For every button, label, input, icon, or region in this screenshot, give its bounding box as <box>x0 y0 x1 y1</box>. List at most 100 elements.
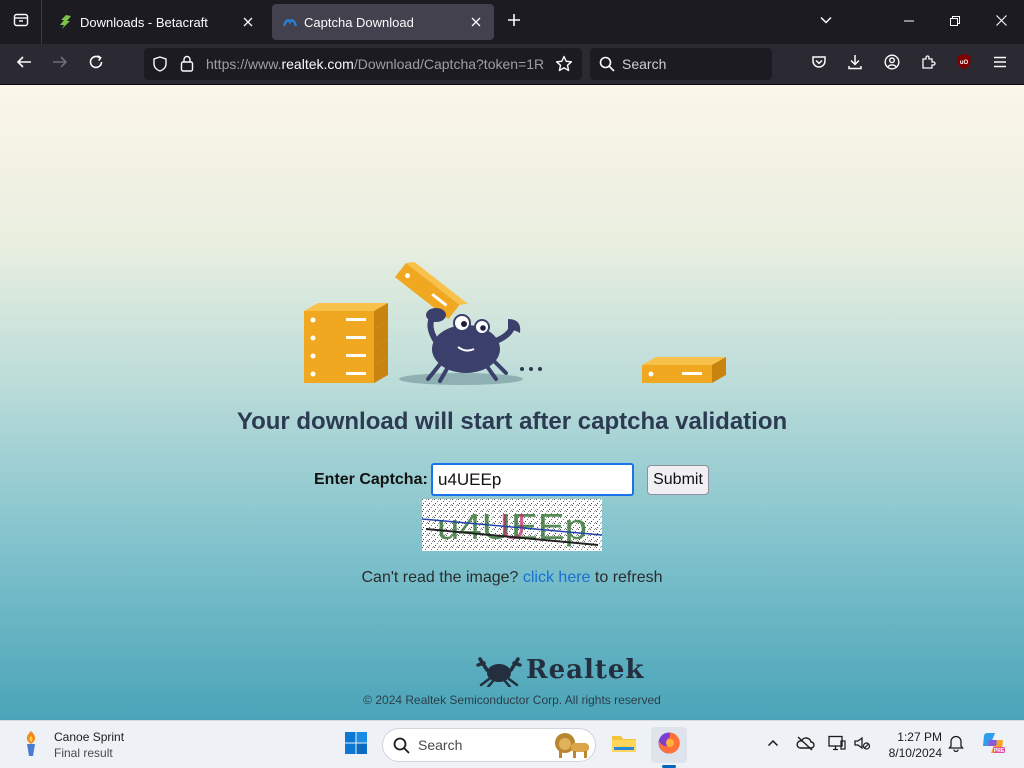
firefox-view-button[interactable] <box>0 0 42 44</box>
close-window-button[interactable] <box>978 0 1024 44</box>
realtek-crab-logo-icon <box>476 657 522 687</box>
arrow-right-icon <box>52 54 68 75</box>
url-text[interactable]: https://www.realtek.com/Download/Captcha… <box>206 48 546 80</box>
windows-logo-icon <box>344 731 368 760</box>
search-icon <box>599 56 615 77</box>
search-icon <box>393 737 410 759</box>
tab-title: Downloads - Betacraft <box>80 14 208 30</box>
url-path: /Download/Captcha?token=1R <box>353 56 545 72</box>
search-bar[interactable]: Search <box>590 48 772 80</box>
close-icon <box>995 13 1007 31</box>
speaker-network-icon <box>853 735 871 756</box>
page-content: Your download will start after captcha v… <box>0 85 1024 720</box>
tab-title: Captcha Download <box>304 14 414 30</box>
firefox-view-icon <box>13 12 29 33</box>
tab-strip: Downloads - Betacraft Captcha Download <box>0 0 1024 44</box>
search-placeholder: Search <box>622 56 667 72</box>
extensions-button[interactable] <box>913 49 943 79</box>
tab-captcha-download[interactable]: Captcha Download <box>272 4 494 40</box>
close-tab-icon[interactable] <box>468 14 484 30</box>
start-button[interactable] <box>338 727 374 763</box>
show-hidden-icons-button[interactable] <box>761 733 785 757</box>
restore-button[interactable] <box>932 0 978 44</box>
refresh-prefix: Can't read the image? <box>361 569 519 586</box>
bookmark-star-icon[interactable] <box>555 55 573 78</box>
reload-icon <box>88 54 104 75</box>
ublock-shield-icon: uO <box>956 53 972 75</box>
close-tab-icon[interactable] <box>240 14 256 30</box>
realtek-favicon-icon <box>282 14 298 30</box>
windows-taskbar: Canoe Sprint Final result Search 1:27 PM… <box>0 720 1024 768</box>
clock-date: 8/10/2024 <box>888 746 942 760</box>
realtek-wordmark: Realtek <box>526 655 645 685</box>
server-stack-icon <box>304 303 388 383</box>
navigation-toolbar: https://www.realtek.com/Download/Captcha… <box>0 44 1024 85</box>
url-scheme: https://www. <box>206 56 282 72</box>
refresh-suffix: to refresh <box>594 569 663 586</box>
olympic-torch-icon <box>18 729 44 762</box>
taskbar-search-box[interactable]: Search <box>382 728 596 762</box>
copilot-button[interactable]: PRE <box>979 732 1007 757</box>
pocket-icon <box>811 54 827 75</box>
chevron-up-icon <box>767 736 779 754</box>
onedrive-tray-button[interactable] <box>793 733 817 757</box>
address-bar[interactable]: https://www.realtek.com/Download/Captcha… <box>144 48 582 80</box>
notifications-button[interactable] <box>944 733 968 757</box>
betacraft-favicon-icon <box>58 14 74 30</box>
app-menu-button[interactable] <box>985 49 1015 79</box>
captcha-input[interactable] <box>431 463 634 496</box>
captcha-image: u4UEEp U <box>422 499 602 551</box>
monitor-icon <box>828 735 846 756</box>
account-button[interactable] <box>877 49 907 79</box>
folder-icon <box>611 732 637 759</box>
bell-icon <box>948 734 964 757</box>
widget-subtitle: Final result <box>54 746 113 760</box>
downloads-button[interactable] <box>840 49 870 79</box>
lock-icon[interactable] <box>179 55 195 77</box>
search-highlight-lion-icon <box>551 731 593 764</box>
puzzle-piece-icon <box>920 54 936 75</box>
refresh-captcha-link[interactable]: click here <box>523 569 591 586</box>
copyright-text: © 2024 Realtek Semiconductor Corp. All r… <box>363 693 661 707</box>
minimize-icon <box>904 13 914 31</box>
weather-widget[interactable]: Canoe Sprint Final result <box>18 727 124 763</box>
pocket-button[interactable] <box>804 49 834 79</box>
network-volume-tray-button[interactable] <box>850 733 874 757</box>
list-all-tabs-button[interactable] <box>812 8 840 36</box>
hamburger-menu-icon <box>992 54 1008 75</box>
account-icon <box>884 53 900 75</box>
single-server-icon <box>642 357 726 383</box>
new-tab-button[interactable] <box>500 8 528 36</box>
system-clock[interactable]: 1:27 PM 8/10/2024 <box>880 729 942 761</box>
page-headline: Your download will start after captcha v… <box>236 408 788 435</box>
forward-button[interactable] <box>45 49 75 79</box>
submit-button[interactable]: Submit <box>647 465 709 495</box>
file-explorer-button[interactable] <box>606 727 642 763</box>
svg-text:uO: uO <box>960 60 969 66</box>
url-host: realtek.com <box>281 56 354 72</box>
back-button[interactable] <box>9 49 39 79</box>
captcha-label: Enter Captcha: <box>314 471 428 488</box>
firefox-icon <box>657 731 681 760</box>
arrow-left-icon <box>16 54 32 75</box>
refresh-hint: Can't read the image? click here to refr… <box>0 569 1024 587</box>
cloud-offline-icon <box>795 735 815 756</box>
widget-title: Canoe Sprint <box>54 730 125 744</box>
plus-icon <box>507 13 521 32</box>
firefox-taskbar-button[interactable] <box>651 727 687 763</box>
realtek-logo: Realtek <box>476 651 646 687</box>
svg-text:PRE: PRE <box>994 748 1005 754</box>
ellipsis-dots <box>520 367 542 371</box>
clock-time: 1:27 PM <box>897 730 942 744</box>
hero-illustration <box>304 261 726 385</box>
tracking-protection-shield-icon[interactable] <box>152 56 168 77</box>
crab-mascot-icon <box>426 308 521 383</box>
minimize-button[interactable] <box>886 0 932 44</box>
restore-icon <box>950 13 960 31</box>
download-icon <box>847 54 863 75</box>
reload-button[interactable] <box>81 49 111 79</box>
chevron-down-icon <box>819 13 833 32</box>
tab-downloads-betacraft[interactable]: Downloads - Betacraft <box>48 4 266 40</box>
display-tray-button[interactable] <box>825 733 849 757</box>
ublock-origin-button[interactable]: uO <box>949 49 979 79</box>
